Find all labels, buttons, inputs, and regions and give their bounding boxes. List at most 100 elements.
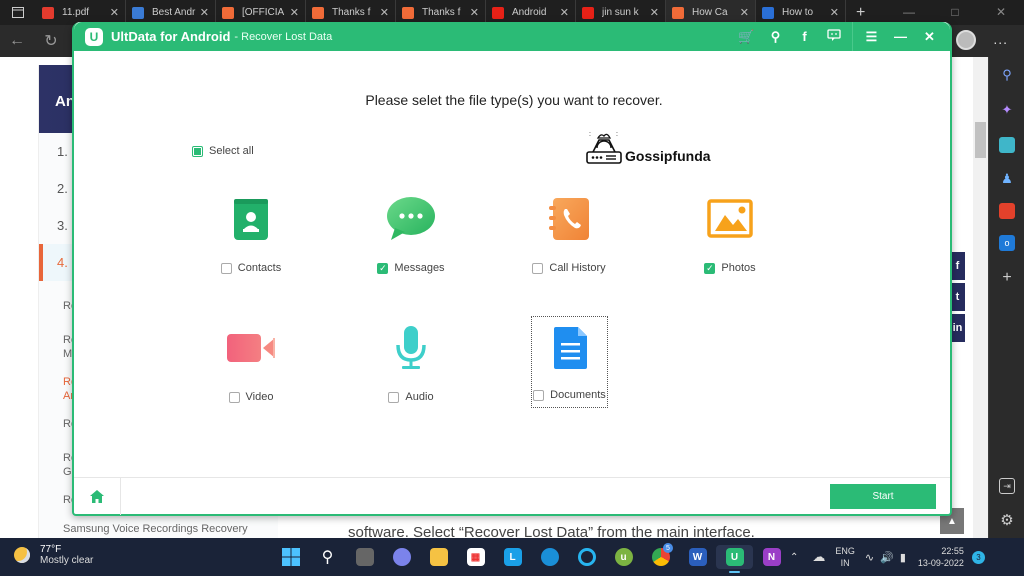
- tab-close-icon[interactable]: ✕: [200, 6, 209, 19]
- key-icon[interactable]: ⚲: [761, 29, 790, 45]
- tab-title: jin sun k: [602, 7, 639, 18]
- app-subtitle: - Recover Lost Data: [234, 30, 333, 43]
- ultdata-window: U UltData for Android - Recover Lost Dat…: [72, 22, 952, 516]
- office-icon[interactable]: [999, 203, 1015, 219]
- call-history-label: Call History: [549, 262, 606, 274]
- back-button[interactable]: ←: [0, 32, 34, 50]
- ms-store-button[interactable]: ▦: [457, 545, 494, 569]
- l-app-button[interactable]: L: [494, 545, 531, 569]
- outlook-icon[interactable]: o: [999, 235, 1015, 251]
- tab-title: Thanks f: [332, 7, 371, 18]
- file-type-messages[interactable]: ✓ Messages: [356, 194, 466, 274]
- linkedin-share-button[interactable]: in: [950, 314, 965, 342]
- select-all-check-indicator[interactable]: [192, 145, 203, 157]
- notifications-badge[interactable]: 3: [971, 550, 985, 564]
- tab-close-icon[interactable]: ✕: [290, 6, 299, 19]
- show-hidden-icons-button[interactable]: ⌃: [790, 552, 798, 563]
- task-view-button[interactable]: [346, 545, 383, 569]
- tab-close-icon[interactable]: ✕: [830, 6, 839, 19]
- video-label: Video: [245, 391, 274, 403]
- weather-widget[interactable]: 77°F Mostly clear: [14, 544, 93, 566]
- utorrent-button[interactable]: u: [605, 545, 642, 569]
- audio-checkbox[interactable]: [388, 391, 400, 403]
- messages-label: Messages: [394, 262, 445, 274]
- file-type-video[interactable]: Video: [196, 323, 306, 403]
- onenote-button[interactable]: N: [753, 545, 790, 569]
- audio-label: Audio: [405, 391, 434, 403]
- clock-time: 22:55: [941, 546, 964, 556]
- file-type-contacts[interactable]: Contacts: [196, 194, 306, 274]
- weather-temp: 77°F: [40, 544, 62, 555]
- close-icon[interactable]: ✕: [915, 29, 944, 45]
- app-toolbar: 🛒 ⚲ f ☰ — ✕: [732, 22, 944, 51]
- cortana-button[interactable]: [568, 545, 605, 569]
- documents-checkbox[interactable]: [533, 389, 545, 401]
- gossipfunda-logo-icon: ::: [586, 131, 622, 164]
- games-icon[interactable]: ♟: [999, 171, 1015, 187]
- call-history-checkbox[interactable]: [532, 262, 544, 274]
- contacts-checkbox[interactable]: [220, 262, 232, 274]
- facebook-share-button[interactable]: f: [950, 252, 965, 280]
- file-explorer-button[interactable]: [420, 545, 457, 569]
- edge-button[interactable]: [531, 545, 568, 569]
- select-all-checkbox[interactable]: Select all: [192, 145, 254, 157]
- start-button[interactable]: [272, 545, 309, 569]
- file-type-documents[interactable]: Documents: [531, 316, 608, 408]
- youtube-icon: [582, 6, 594, 19]
- discover-icon[interactable]: ✦: [999, 102, 1015, 118]
- page-scrollbar-thumb[interactable]: [975, 122, 986, 158]
- lang-top: ENG: [835, 546, 855, 556]
- onedrive-icon[interactable]: ☁: [812, 549, 825, 565]
- app-title-bar: U UltData for Android - Recover Lost Dat…: [74, 22, 950, 51]
- file-type-call-history[interactable]: Call History: [514, 194, 624, 274]
- task-view-icon: [355, 548, 374, 566]
- tab-close-icon[interactable]: ✕: [650, 6, 659, 19]
- new-tab-button[interactable]: +: [846, 4, 875, 22]
- messages-checkbox[interactable]: ✓: [377, 262, 389, 274]
- add-icon[interactable]: +: [999, 269, 1015, 286]
- profile-avatar[interactable]: [956, 30, 976, 50]
- select-all-label: Select all: [209, 145, 254, 157]
- clock[interactable]: 22:55 13-09-2022: [918, 545, 964, 569]
- tab-close-icon[interactable]: ✕: [380, 6, 389, 19]
- feedback-icon[interactable]: [819, 29, 848, 44]
- teams-chat-button[interactable]: [383, 545, 420, 569]
- tab-actions-button[interactable]: [0, 0, 36, 25]
- tab-close-icon[interactable]: ✕: [470, 6, 479, 19]
- settings-more-button[interactable]: ...: [993, 31, 1008, 47]
- search-icon[interactable]: ⚲: [999, 67, 1015, 83]
- video-checkbox[interactable]: [228, 391, 240, 403]
- refresh-button[interactable]: ↻: [34, 31, 68, 51]
- taskbar-search-button[interactable]: ⚲: [309, 545, 346, 569]
- instruction-heading: Please selet the file type(s) you want t…: [365, 92, 663, 108]
- volume-icon[interactable]: 🔊: [880, 551, 894, 564]
- photos-checkbox[interactable]: ✓: [704, 262, 716, 274]
- home-button[interactable]: [74, 477, 121, 515]
- twitter-share-button[interactable]: t: [950, 283, 965, 311]
- system-tray: ⌃ ☁ ENG IN ∿ 🔊 ▮ 22:55 13-09-2022 3: [790, 542, 985, 572]
- wifi-icon[interactable]: ∿: [865, 551, 874, 564]
- ultdata-taskbar-button[interactable]: U: [716, 545, 753, 573]
- battery-icon[interactable]: ▮: [900, 551, 906, 564]
- tab-title: How Ca: [692, 7, 728, 18]
- toc-item-samsung-voice[interactable]: Samsung Voice Recordings Recovery: [39, 522, 248, 536]
- file-type-photos[interactable]: ✓ Photos: [675, 194, 785, 274]
- chrome-button[interactable]: 5: [642, 543, 679, 569]
- tab-close-icon[interactable]: ✕: [740, 6, 749, 19]
- facebook-icon[interactable]: f: [790, 29, 819, 44]
- cart-icon[interactable]: 🛒: [732, 29, 761, 45]
- hide-sidebar-icon[interactable]: ⇥: [999, 478, 1015, 494]
- tab-actions-icon: [12, 7, 24, 18]
- tab-close-icon[interactable]: ✕: [110, 6, 119, 19]
- start-button[interactable]: Start: [830, 484, 936, 509]
- youtube-icon: [492, 6, 504, 19]
- minimize-icon[interactable]: —: [886, 29, 915, 44]
- file-type-audio[interactable]: Audio: [356, 323, 466, 403]
- tab-close-icon[interactable]: ✕: [560, 6, 569, 19]
- word-button[interactable]: W: [679, 545, 716, 569]
- language-indicator[interactable]: ENG IN: [835, 545, 855, 569]
- settings-gear-icon[interactable]: ⚙: [999, 512, 1015, 529]
- tools-icon[interactable]: [999, 137, 1015, 153]
- window-close-button[interactable]: ✕: [978, 0, 1024, 25]
- menu-icon[interactable]: ☰: [857, 29, 886, 45]
